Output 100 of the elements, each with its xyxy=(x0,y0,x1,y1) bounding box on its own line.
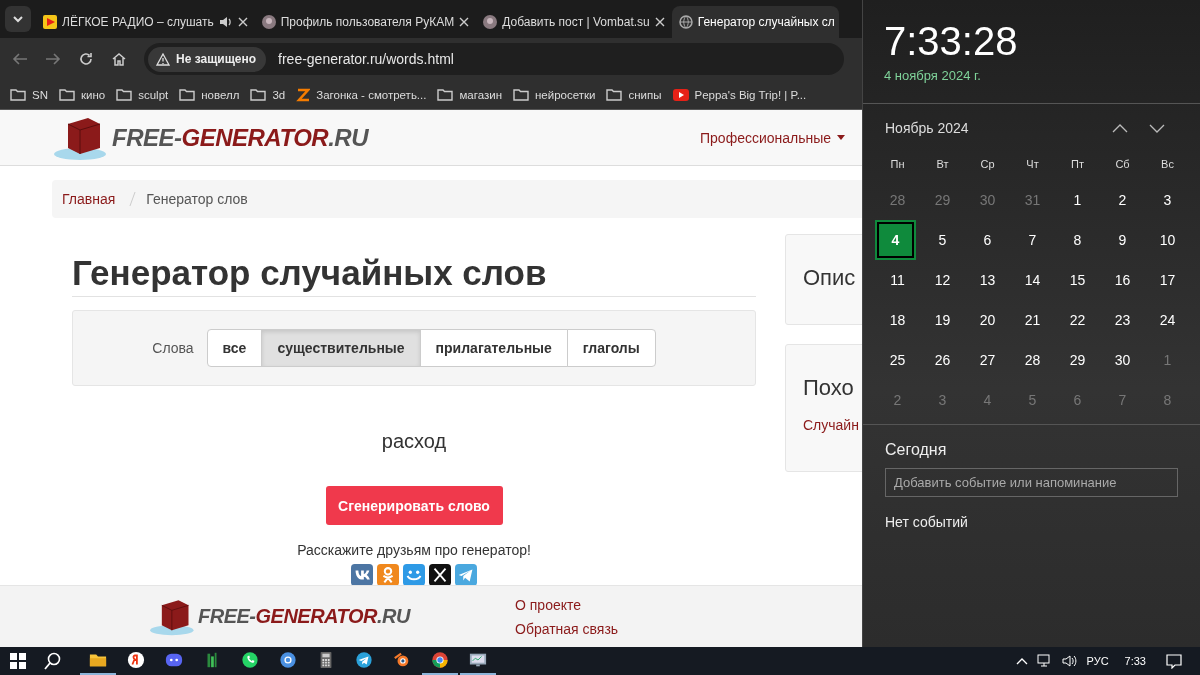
bookmark-item[interactable]: SN xyxy=(10,88,48,101)
bookmark-item[interactable]: магазин xyxy=(437,88,502,101)
weekday-label: Чт xyxy=(1025,157,1040,172)
calendar-day[interactable]: 17 xyxy=(1145,260,1190,300)
calendar-day[interactable]: 28 xyxy=(1010,340,1055,380)
forward-icon[interactable] xyxy=(45,51,61,67)
calendar-day[interactable]: 20 xyxy=(965,300,1010,340)
page-heading: Генератор случайных слов xyxy=(72,252,756,297)
phone-bubble-icon xyxy=(241,651,259,669)
home-icon[interactable] xyxy=(111,51,127,67)
filter-button[interactable]: существительные xyxy=(261,329,421,367)
event-input-field[interactable]: Добавить событие или напоминание xyxy=(885,468,1178,497)
calendar-day[interactable]: 8 xyxy=(1055,220,1100,260)
browser-tab[interactable]: Генератор случайных сл xyxy=(671,6,839,38)
taskbar-clock[interactable]: 7:33 xyxy=(1124,655,1146,667)
browser-tab[interactable]: Добавить пост | Vombat.su xyxy=(476,6,671,38)
folder-icon xyxy=(179,88,196,101)
browser-tab[interactable]: ЛЁГКОЕ РАДИО – слушать xyxy=(36,6,254,38)
close-icon[interactable] xyxy=(459,17,470,27)
logo-text[interactable]: FREE-GENERATOR.RU xyxy=(198,605,410,628)
back-icon[interactable] xyxy=(12,51,28,67)
calendar-day[interactable]: 2 xyxy=(1100,180,1145,220)
search-icon[interactable] xyxy=(44,652,62,670)
filter-button[interactable]: глаголы xyxy=(566,329,656,367)
month-title[interactable]: Ноябрь 2024 xyxy=(885,120,1112,136)
calendar-day[interactable]: 5 xyxy=(920,220,965,260)
notification-icon[interactable] xyxy=(1166,653,1182,669)
calendar-day[interactable]: 14 xyxy=(1010,260,1055,300)
calendar-day[interactable]: 18 xyxy=(875,300,920,340)
calendar-day[interactable]: 22 xyxy=(1055,300,1100,340)
calendar-day[interactable]: 29 xyxy=(1055,340,1100,380)
language-indicator[interactable]: РУС xyxy=(1086,655,1109,667)
calendar-day[interactable]: 4 xyxy=(875,220,916,260)
calendar-day[interactable]: 3 xyxy=(1145,180,1190,220)
generate-button[interactable]: Сгенерировать слово xyxy=(325,486,503,525)
calendar-day[interactable]: 26 xyxy=(920,340,965,380)
x-share-icon[interactable] xyxy=(429,564,451,585)
speaker-icon[interactable] xyxy=(218,15,233,29)
calendar-day[interactable]: 15 xyxy=(1055,260,1100,300)
nav-menu-link[interactable]: Профессиональные xyxy=(700,129,846,146)
clock-date[interactable]: 4 ноября 2024 г. xyxy=(884,68,1200,83)
folder-icon xyxy=(59,88,75,101)
share-icon[interactable] xyxy=(351,564,373,585)
bookmark-item[interactable]: Загонка - смотреть... xyxy=(296,87,427,102)
calendar-day[interactable]: 1 xyxy=(1055,180,1100,220)
share-icon[interactable] xyxy=(377,564,399,585)
calendar-day[interactable]: 13 xyxy=(965,260,1010,300)
url-text: free-generator.ru/words.html xyxy=(278,51,454,67)
card-link[interactable]: Случайн xyxy=(803,417,862,433)
card-title: Опис xyxy=(803,265,857,291)
footer-link[interactable]: Обратная связь xyxy=(515,620,619,637)
chevron-down-icon[interactable] xyxy=(1149,123,1165,133)
calendar-day[interactable]: 6 xyxy=(965,220,1010,260)
calendar-day[interactable]: 16 xyxy=(1100,260,1145,300)
logo-text[interactable]: FREE-GENERATOR.RU xyxy=(112,123,368,152)
blender-icon xyxy=(393,651,411,669)
bookmark-item[interactable]: снипы xyxy=(606,88,662,101)
bookmark-item[interactable]: sculpt xyxy=(116,88,169,101)
breadcrumb-link[interactable]: Главная xyxy=(62,191,116,207)
calendar-day[interactable]: 10 xyxy=(1145,220,1190,260)
reload-icon[interactable] xyxy=(78,51,94,67)
calendar-day[interactable]: 27 xyxy=(965,340,1010,380)
browser-tab[interactable]: Профиль пользователя РуКАМ xyxy=(254,6,476,38)
browser-icon xyxy=(127,651,145,669)
card-title: Похо xyxy=(803,375,855,401)
calendar-day[interactable]: 25 xyxy=(875,340,920,380)
calendar-day[interactable]: 19 xyxy=(920,300,965,340)
calendar-day[interactable]: 24 xyxy=(1145,300,1190,340)
weekday-label: Пн xyxy=(889,157,906,172)
volume-icon[interactable] xyxy=(1061,654,1078,668)
address-bar[interactable]: Не защищено free-generator.ru/words.html xyxy=(144,43,844,75)
calendar-day[interactable]: 21 xyxy=(1010,300,1055,340)
folder-icon xyxy=(250,88,267,101)
folder-icon xyxy=(513,88,529,101)
chrome-icon xyxy=(431,651,449,669)
close-icon[interactable] xyxy=(237,17,248,27)
calendar-day[interactable]: 9 xyxy=(1100,220,1145,260)
calendar-day[interactable]: 12 xyxy=(920,260,965,300)
network-icon[interactable] xyxy=(1036,654,1053,668)
calendar-day[interactable]: 23 xyxy=(1100,300,1145,340)
tab-list-icon[interactable] xyxy=(5,6,31,32)
windows-start-icon[interactable] xyxy=(10,653,26,669)
bookmark-item[interactable]: новелл xyxy=(179,88,240,101)
calendar-day[interactable]: 11 xyxy=(875,260,920,300)
calendar-day[interactable]: 30 xyxy=(1100,340,1145,380)
chat-bubble-icon xyxy=(165,651,183,669)
bookmark-item[interactable]: 3d xyxy=(250,88,286,101)
bookmark-item[interactable]: Peppa's Big Trip! | P... xyxy=(672,88,807,101)
bookmark-item[interactable]: нейросетки xyxy=(513,88,596,101)
filter-button[interactable]: все xyxy=(206,329,263,367)
security-chip[interactable]: Не защищено xyxy=(148,46,267,72)
calendar-day[interactable]: 7 xyxy=(1010,220,1055,260)
footer-link[interactable]: О проекте xyxy=(515,596,619,613)
avatar-icon xyxy=(261,15,276,29)
folder-icon xyxy=(606,88,623,101)
close-icon[interactable] xyxy=(654,17,665,27)
filter-button[interactable]: прилагательные xyxy=(419,329,568,367)
bookmark-item[interactable]: кино xyxy=(59,88,106,101)
chevron-up-icon[interactable] xyxy=(1112,123,1128,133)
play-icon xyxy=(672,88,689,101)
